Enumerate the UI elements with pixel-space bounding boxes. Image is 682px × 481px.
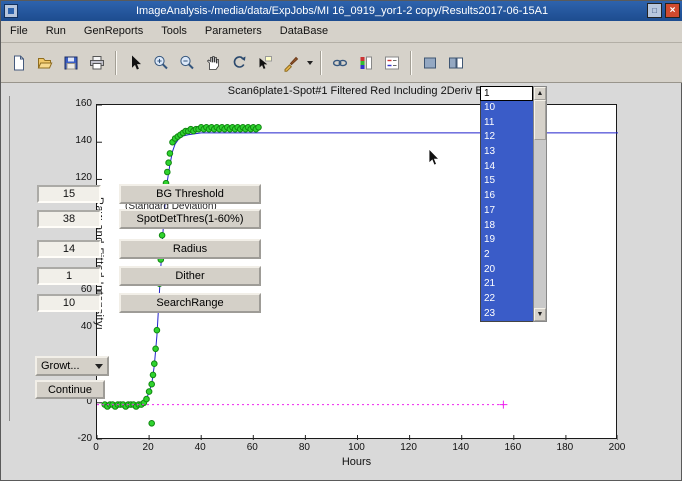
- dropdown-item[interactable]: 22: [481, 292, 533, 307]
- x-tick-label: 60: [237, 442, 267, 453]
- menu-run[interactable]: Run: [37, 21, 75, 42]
- insert-legend-icon[interactable]: [379, 50, 405, 76]
- continue-button[interactable]: Continue: [35, 380, 105, 399]
- x-tick-label: 200: [602, 442, 632, 453]
- x-tick-label: 140: [446, 442, 476, 453]
- menu-bar: FileRunGenReportsToolsParametersDataBase: [1, 21, 682, 43]
- scroll-down-arrow-icon[interactable]: ▼: [534, 308, 546, 321]
- radius-button[interactable]: Radius: [119, 239, 261, 259]
- title-bar: ImageAnalysis-/media/data/ExpJobs/MI 16_…: [1, 1, 682, 21]
- y-tick-label: 120: [60, 172, 92, 183]
- spotdet-thres-button[interactable]: SpotDetThres(1-60%): [119, 209, 261, 229]
- plot-xlabel: Hours: [96, 456, 617, 468]
- dropdown-list[interactable]: 10111213141516171819220212223: [480, 101, 533, 322]
- y-tick-label: 40: [60, 321, 92, 332]
- popup-arrow-icon: [95, 364, 103, 369]
- open-folder-icon[interactable]: [32, 50, 58, 76]
- dropdown-item[interactable]: 12: [481, 130, 533, 145]
- window-title: ImageAnalysis-/media/data/ExpJobs/MI 16_…: [1, 1, 682, 21]
- radius-input[interactable]: [37, 240, 101, 258]
- hide-plot-tools-icon[interactable]: [417, 50, 443, 76]
- y-tick-label: 160: [60, 98, 92, 109]
- scroll-up-arrow-icon[interactable]: ▲: [534, 87, 546, 100]
- insert-colorbar-icon[interactable]: [353, 50, 379, 76]
- spotdet-thres-input[interactable]: [37, 210, 101, 228]
- dropdown-item[interactable]: 20: [481, 263, 533, 278]
- menu-database[interactable]: DataBase: [271, 21, 337, 42]
- dropdown-item[interactable]: 2: [481, 248, 533, 263]
- toolbar-separator: [320, 51, 322, 75]
- x-tick-label: 180: [550, 442, 580, 453]
- dither-button[interactable]: Dither: [119, 266, 261, 286]
- dropdown-item[interactable]: 15: [481, 174, 533, 189]
- window-icon[interactable]: [4, 4, 18, 18]
- search-range-button[interactable]: SearchRange: [119, 293, 261, 313]
- save-icon[interactable]: [58, 50, 84, 76]
- toolbar-separator: [115, 51, 117, 75]
- close-icon: ×: [670, 5, 676, 16]
- menu-genreports[interactable]: GenReports: [75, 21, 152, 42]
- zoom-in-icon[interactable]: [148, 50, 174, 76]
- dropdown-item[interactable]: 16: [481, 189, 533, 204]
- dropdown-scrollbar[interactable]: ▲ ▼: [533, 86, 547, 322]
- print-icon[interactable]: [84, 50, 110, 76]
- pan-icon[interactable]: [200, 50, 226, 76]
- bg-threshold-button[interactable]: BG Threshold: [119, 184, 261, 204]
- x-tick-label: 20: [133, 442, 163, 453]
- x-tick-label: 160: [498, 442, 528, 453]
- dropdown-item[interactable]: 19: [481, 233, 533, 248]
- data-cursor-icon[interactable]: [252, 50, 278, 76]
- x-tick-label: 100: [342, 442, 372, 453]
- growth-popup[interactable]: Growt...: [35, 356, 109, 376]
- menu-file[interactable]: File: [1, 21, 37, 42]
- link-plot-icon[interactable]: [327, 50, 353, 76]
- brush-icon[interactable]: [278, 50, 304, 76]
- dropdown-item[interactable]: 21: [481, 277, 533, 292]
- y-tick-label: 140: [60, 135, 92, 146]
- x-tick-label: 40: [185, 442, 215, 453]
- dropdown-selected-value[interactable]: 1: [480, 86, 533, 101]
- toolbar-separator: [410, 51, 412, 75]
- x-tick-label: 80: [289, 442, 319, 453]
- scrollbar-thumb[interactable]: [534, 100, 546, 140]
- maximize-button[interactable]: □: [647, 3, 662, 18]
- dropdown-item[interactable]: 23: [481, 307, 533, 322]
- rotate-3d-icon[interactable]: [226, 50, 252, 76]
- menu-tools[interactable]: Tools: [152, 21, 196, 42]
- menu-parameters[interactable]: Parameters: [196, 21, 271, 42]
- mouse-cursor: [428, 148, 442, 173]
- dropdown-item[interactable]: 18: [481, 219, 533, 234]
- close-button[interactable]: ×: [665, 3, 680, 18]
- toolbar: [1, 43, 682, 83]
- dropdown-item[interactable]: 10: [481, 101, 533, 116]
- maximize-icon: □: [652, 6, 657, 15]
- bg-threshold-input[interactable]: [37, 185, 101, 203]
- brush-dropdown-arrow-icon[interactable]: [304, 50, 315, 76]
- pointer-icon[interactable]: [122, 50, 148, 76]
- dropdown-item[interactable]: 13: [481, 145, 533, 160]
- x-tick-label: 120: [394, 442, 424, 453]
- dither-input[interactable]: [37, 267, 101, 285]
- growth-popup-label: Growt...: [41, 360, 80, 372]
- new-document-icon[interactable]: [6, 50, 32, 76]
- y-tick-label: -20: [60, 433, 92, 444]
- zoom-out-icon[interactable]: [174, 50, 200, 76]
- dropdown-item[interactable]: 11: [481, 116, 533, 131]
- search-range-input[interactable]: [37, 294, 101, 312]
- dropdown-item[interactable]: 17: [481, 204, 533, 219]
- dropdown-item[interactable]: 14: [481, 160, 533, 175]
- panel-border-line: [9, 96, 10, 421]
- show-plot-tools-icon[interactable]: [443, 50, 469, 76]
